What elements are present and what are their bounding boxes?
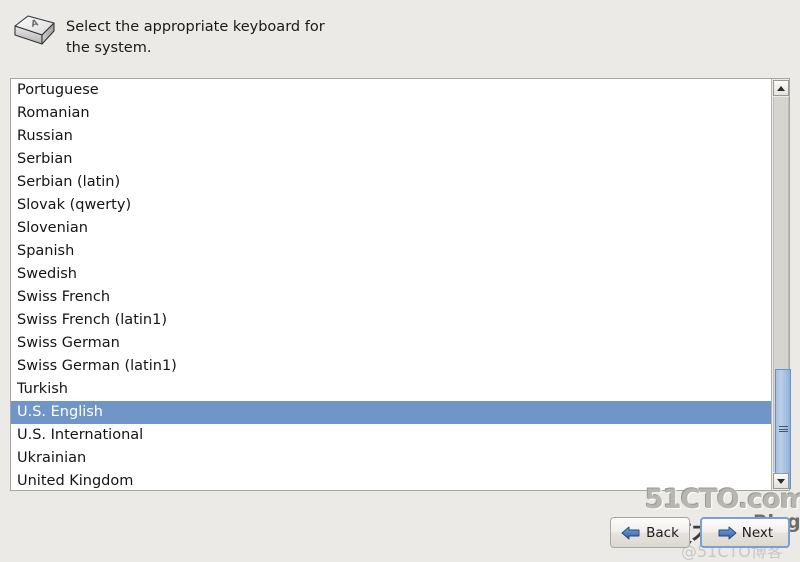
next-button-label: Next — [741, 524, 774, 541]
next-button[interactable]: Next — [700, 517, 790, 548]
page-instruction: Select the appropriate keyboard for the … — [66, 19, 325, 56]
header-bar: A Select the appropriate keyboard for th… — [0, 0, 800, 70]
list-scrollbar[interactable] — [771, 79, 792, 490]
keyboard-layout-list[interactable]: Portuguese Romanian Russian Serbian Serbian … — [10, 78, 792, 491]
list-viewport[interactable]: Portuguese Romanian Russian Serbian Serbian … — [11, 79, 772, 490]
list-item[interactable]: Swedish — [11, 263, 771, 286]
list-item[interactable]: Swiss French — [11, 286, 771, 309]
chevron-down-icon — [777, 478, 786, 484]
list-item[interactable]: Ukrainian — [11, 447, 771, 470]
list-item[interactable]: Slovenian — [11, 217, 771, 240]
scrollbar-grip — [778, 425, 788, 434]
list-item[interactable]: Swiss German (latin1) — [11, 355, 771, 378]
list-item[interactable]: Russian — [11, 125, 771, 148]
scroll-down-arrow-icon[interactable] — [773, 473, 790, 489]
keyboard-key-icon: A — [12, 14, 58, 50]
list-item[interactable]: Turkish — [11, 378, 771, 401]
list-item[interactable]: Serbian (latin) — [11, 171, 771, 194]
chevron-up-icon — [777, 85, 786, 91]
list-item[interactable]: Portuguese — [11, 79, 771, 102]
list-item[interactable]: Romanian — [11, 102, 771, 125]
back-button[interactable]: Back — [610, 517, 690, 548]
scrollbar-thumb[interactable] — [775, 369, 792, 489]
list-item[interactable]: Serbian — [11, 148, 771, 171]
list-item[interactable]: U.S. English — [11, 401, 772, 424]
arrow-right-icon — [717, 525, 737, 541]
scrollbar-track[interactable] — [773, 97, 792, 489]
list-item[interactable]: Spanish — [11, 240, 771, 263]
list-item[interactable]: United Kingdom — [11, 470, 771, 490]
scroll-up-arrow-icon[interactable] — [773, 80, 790, 96]
list-item[interactable]: U.S. International — [11, 424, 771, 447]
list-item[interactable]: Swiss French (latin1) — [11, 309, 771, 332]
arrow-left-icon — [621, 525, 641, 541]
list-item[interactable]: Slovak (qwerty) — [11, 194, 771, 217]
list-item[interactable]: Swiss German — [11, 332, 771, 355]
back-button-label: Back — [646, 524, 679, 541]
